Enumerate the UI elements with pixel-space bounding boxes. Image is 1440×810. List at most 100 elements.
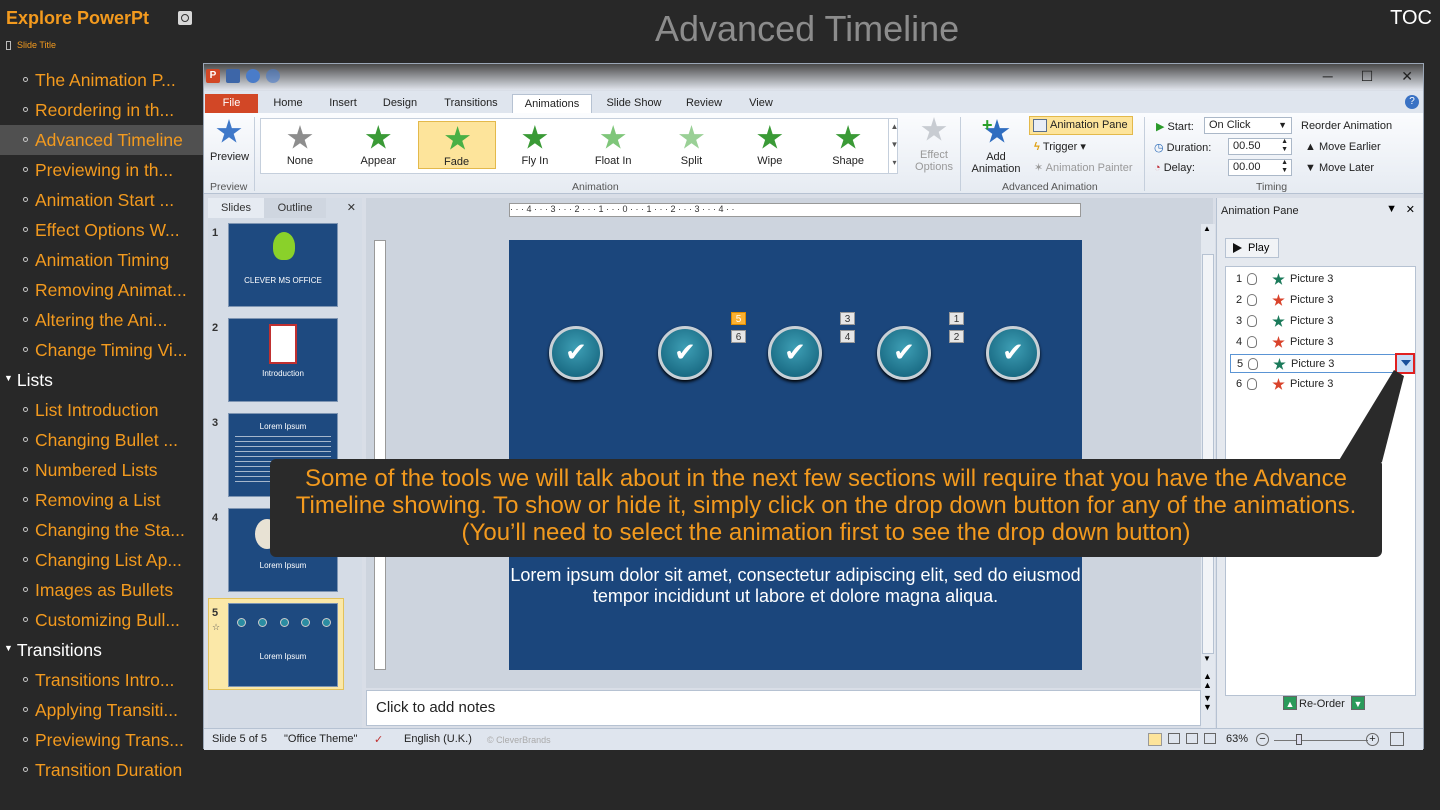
help-icon[interactable]: ? [1405,95,1419,109]
sidebar-item[interactable]: Changing Bullet ... [0,425,203,455]
section-transitions[interactable]: ▼ Transitions [0,635,203,665]
sidebar-item[interactable]: Effect Options W... [0,215,203,245]
tab-slides[interactable]: Slides [208,198,264,218]
close-icon[interactable]: ✕ [1406,203,1415,216]
sidebar-item[interactable]: Numbered Lists [0,455,203,485]
reading-view-icon[interactable] [1186,733,1198,744]
tab-view[interactable]: View [736,94,786,113]
scroll-up-icon[interactable]: ▲ [1203,224,1211,233]
effect-none[interactable]: None [261,121,339,169]
delay-stepper[interactable]: 00.00 ▲ ▼ [1228,159,1292,176]
duration-stepper[interactable]: 00.50 ▲ ▼ [1228,138,1292,155]
next-slide-icon[interactable]: ▼ ▼ [1203,694,1212,712]
zoom-in-icon[interactable]: + [1366,733,1379,746]
sidebar-item[interactable]: List Introduction [0,395,203,425]
tab-insert[interactable]: Insert [318,94,368,113]
effect-appear[interactable]: Appear [339,121,417,169]
tab-transitions[interactable]: Transitions [436,94,506,113]
tab-outline[interactable]: Outline [264,198,326,218]
move-earlier-button[interactable]: ▲ Move Earlier [1305,141,1381,153]
animation-item[interactable]: 2 Picture 3 [1230,291,1413,310]
search-icon[interactable] [178,11,192,25]
scroll-thumb[interactable] [1202,254,1214,654]
tab-design[interactable]: Design [374,94,426,113]
add-animation-button[interactable]: + Add Animation [966,115,1026,175]
animation-pane-button[interactable]: Animation Pane [1029,116,1133,135]
start-select[interactable]: On Click ▼ [1204,117,1292,134]
slide-thumbnail-selected[interactable]: Lorem Ipsum [228,603,338,687]
check-icon[interactable] [549,326,603,380]
slide-canvas[interactable]: 5 6 3 4 1 2 Lorem ipsum dolor sit amet, … [509,240,1082,670]
tab-review[interactable]: Review [678,94,730,113]
sidebar-item[interactable]: Transition Duration [0,755,203,785]
slide-sorter-icon[interactable] [1168,733,1180,744]
slide-thumbnail[interactable]: Introduction [228,318,338,402]
sidebar-item[interactable]: Images as Bullets [0,575,203,605]
undo-icon[interactable] [246,69,260,83]
effect-fly-in[interactable]: Fly In [496,121,574,169]
save-icon[interactable] [226,69,240,83]
slide-thumbnail[interactable]: CLEVER MS OFFICE [228,223,338,307]
sidebar-item[interactable]: Applying Transiti... [0,695,203,725]
redo-icon[interactable] [266,69,280,83]
zoom-slider-thumb[interactable] [1296,734,1302,745]
animation-painter-button[interactable]: ✶ Animation Painter [1034,161,1133,174]
move-later-button[interactable]: ▼ Move Later [1305,162,1374,174]
sidebar-item[interactable]: Reordering in th... [0,95,203,125]
effect-shape[interactable]: Shape [809,121,887,169]
sidebar-item[interactable]: Animation Timing [0,245,203,275]
close-icon[interactable]: ✕ [1401,68,1413,85]
effect-options-button[interactable]: Effect Options [910,117,958,173]
prev-slide-icon[interactable]: ▲ ▲ [1203,672,1212,690]
section-lists[interactable]: ▼ Lists [0,365,203,395]
sidebar-item[interactable]: Changing the Sta... [0,515,203,545]
toc-button[interactable]: TOC [1390,7,1432,30]
status-language[interactable]: English (U.K.) [404,733,472,745]
sidebar-item-active[interactable]: Advanced Timeline [0,125,203,155]
move-down-icon[interactable]: ▼ [1351,696,1365,710]
check-icon[interactable] [986,326,1040,380]
minimize-icon[interactable]: ─ [1323,68,1333,85]
move-up-icon[interactable]: ▲ [1283,696,1297,710]
sidebar-item[interactable]: Transitions Intro... [0,665,203,695]
zoom-out-icon[interactable]: − [1256,733,1269,746]
spellcheck-icon[interactable]: ✓ [374,733,383,746]
slideshow-icon[interactable] [1204,733,1216,744]
effect-float-in[interactable]: Float In [574,121,652,169]
sidebar-item[interactable]: Changing List Ap... [0,545,203,575]
normal-view-icon[interactable] [1148,733,1162,746]
maximize-icon[interactable]: ☐ [1361,68,1374,85]
animation-item[interactable]: 4 Picture 3 [1230,333,1413,352]
pane-menu-icon[interactable]: ▼ [1386,203,1397,215]
preview-button[interactable]: Preview [208,117,249,175]
notes-field[interactable]: Click to add notes [366,690,1201,726]
check-icon[interactable] [658,326,712,380]
tab-home[interactable]: Home [262,94,314,113]
fit-to-window-icon[interactable] [1390,732,1404,746]
effect-split[interactable]: Split [653,121,731,169]
animation-item[interactable]: 3 Picture 3 [1230,312,1413,331]
sidebar-item[interactable]: Removing a List [0,485,203,515]
tab-slide-show[interactable]: Slide Show [598,94,670,113]
sidebar-item[interactable]: Previewing Trans... [0,725,203,755]
status-theme[interactable]: "Office Theme" [284,733,357,745]
check-icon[interactable] [877,326,931,380]
zoom-slider[interactable] [1274,740,1368,741]
gallery-scroll[interactable]: ▲ ▼ ▾ [888,118,900,174]
scroll-down-icon[interactable]: ▼ [1203,654,1211,663]
sidebar-item[interactable]: Change Timing Vi... [0,335,203,365]
sidebar-item[interactable]: Customizing Bull... [0,605,203,635]
sidebar-item[interactable]: The Animation P... [0,65,203,95]
play-button[interactable]: Play [1225,238,1279,258]
slide-body-text[interactable]: Lorem ipsum dolor sit amet, consectetur … [509,565,1082,607]
tab-animations[interactable]: Animations [512,94,592,113]
sidebar-item[interactable]: Animation Start ... [0,185,203,215]
animation-item[interactable]: 1 Picture 3 [1230,270,1413,289]
check-icon[interactable] [768,326,822,380]
sidebar-item[interactable]: Removing Animat... [0,275,203,305]
close-icon[interactable]: ✕ [326,198,360,218]
effect-wipe[interactable]: Wipe [731,121,809,169]
tab-file[interactable]: File [205,94,258,113]
effect-fade[interactable]: Fade [417,121,496,169]
trigger-button[interactable]: ϟ Trigger ▾ [1034,140,1086,153]
